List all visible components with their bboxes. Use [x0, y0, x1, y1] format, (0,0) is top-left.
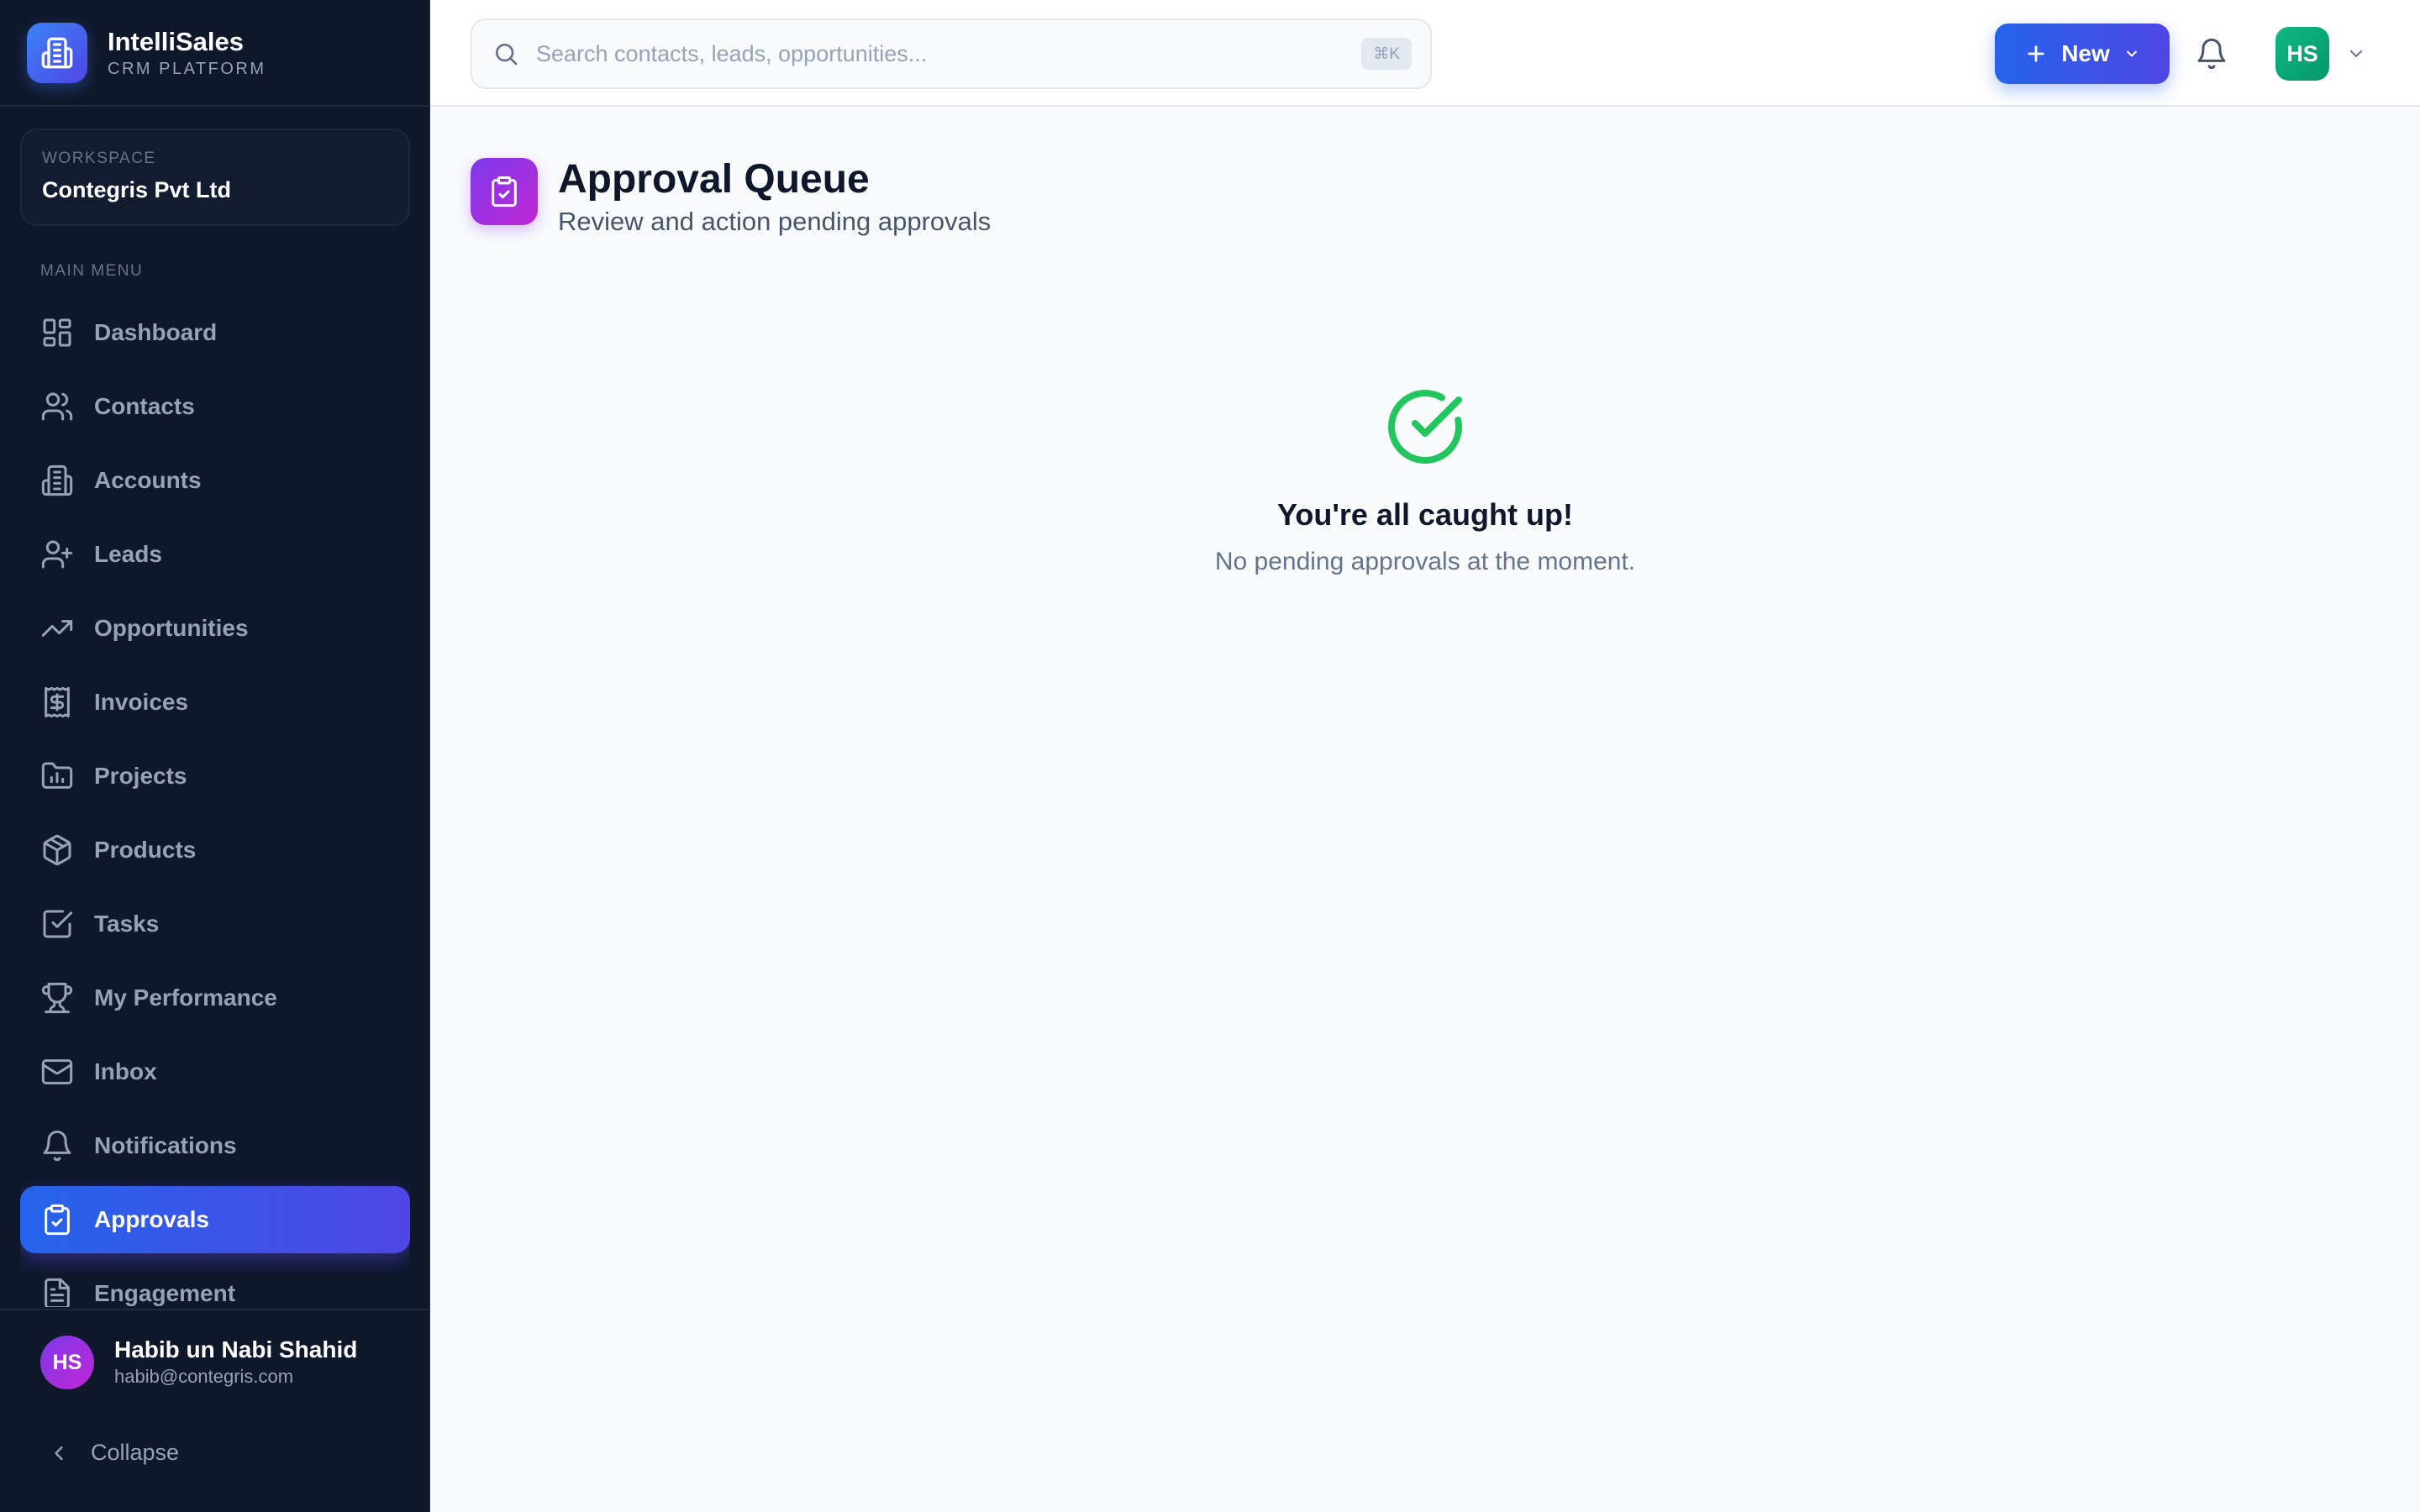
clipboard-check-icon [40, 1203, 74, 1236]
user-profile[interactable]: HS Habib un Nabi Shahid habib@contegris.… [40, 1336, 357, 1389]
collapse-button[interactable]: Collapse [47, 1440, 179, 1466]
sidebar-item-label: Invoices [94, 689, 189, 715]
sidebar-item-label: Products [94, 837, 197, 863]
users-icon [40, 390, 74, 423]
sidebar-item-label: Tasks [94, 911, 160, 937]
sidebar-item-approvals[interactable]: Approvals [20, 1186, 410, 1253]
clipboard-check-icon [471, 158, 538, 225]
sidebar-item-dashboard[interactable]: Dashboard [20, 299, 410, 366]
empty-state-title: You're all caught up! [1277, 497, 1573, 532]
package-icon [40, 833, 74, 867]
sidebar-item-my-performance[interactable]: My Performance [20, 964, 410, 1032]
new-button-label: New [2061, 40, 2110, 66]
sidebar-item-products[interactable]: Products [20, 816, 410, 884]
search-input[interactable] [536, 40, 1292, 67]
trophy-icon [40, 981, 74, 1015]
notifications-bell-icon[interactable] [2195, 37, 2228, 71]
dashboard-icon [40, 316, 74, 349]
collapse-label: Collapse [91, 1440, 180, 1465]
bell-icon [40, 1129, 74, 1163]
sidebar-item-label: Contacts [94, 393, 195, 419]
sidebar-item-projects[interactable]: Projects [20, 743, 410, 810]
file-text-icon [40, 1277, 74, 1307]
sidebar-item-invoices[interactable]: Invoices [20, 669, 410, 736]
sidebar-item-label: Opportunities [94, 615, 249, 641]
sidebar-item-label: My Performance [94, 984, 277, 1011]
user-avatar-button[interactable]: HS [2275, 27, 2329, 81]
chevron-left-icon [47, 1441, 71, 1465]
sidebar-item-leads[interactable]: Leads [20, 521, 410, 588]
brand-logo-icon [27, 22, 87, 83]
sidebar-item-inbox[interactable]: Inbox [20, 1038, 410, 1105]
user-email: habib@contegris.com [114, 1366, 294, 1387]
sidebar-item-label: Notifications [94, 1132, 237, 1158]
chevron-down-icon [2123, 45, 2140, 62]
check-square-icon [40, 907, 74, 941]
sidebar-nav: Dashboard Contacts Accounts Leads Opport… [20, 299, 410, 1307]
new-button[interactable]: New [1995, 24, 2170, 84]
sidebar-item-notifications[interactable]: Notifications [20, 1112, 410, 1179]
plus-icon [2024, 42, 2048, 66]
sidebar-item-label: Inbox [94, 1058, 157, 1084]
sidebar-item-accounts[interactable]: Accounts [20, 447, 410, 514]
building-icon [40, 464, 74, 497]
empty-state-message: No pending approvals at the moment. [1214, 548, 1636, 575]
search-bar[interactable]: ⌘K [471, 18, 1432, 89]
search-shortcut-badge: ⌘K [1361, 38, 1412, 70]
page-subtitle: Review and action pending approvals [558, 207, 992, 236]
sidebar-item-label: Accounts [94, 467, 202, 493]
folder-chart-icon [40, 759, 74, 793]
receipt-icon [40, 685, 74, 719]
topbar: ⌘K New HS [430, 0, 2420, 107]
sidebar-footer: HS Habib un Nabi Shahid habib@contegris.… [0, 1309, 429, 1512]
sidebar-item-tasks[interactable]: Tasks [20, 890, 410, 958]
page-header: Approval Queue Review and action pending… [471, 157, 992, 239]
sidebar-item-opportunities[interactable]: Opportunities [20, 595, 410, 662]
main-menu-label: MAIN MENU [40, 262, 144, 280]
sidebar-item-label: Engagement [94, 1280, 236, 1306]
page-title: Approval Queue [558, 157, 870, 202]
sidebar-item-label: Projects [94, 763, 187, 789]
empty-state: You're all caught up! No pending approva… [430, 386, 2420, 576]
brand-name: IntelliSales [108, 26, 244, 56]
workspace-label: WORKSPACE [42, 150, 156, 167]
trending-up-icon [40, 612, 74, 645]
sidebar-item-label: Approvals [94, 1206, 209, 1232]
workspace-switcher[interactable]: WORKSPACE Contegris Pvt Ltd [20, 129, 410, 226]
user-menu-chevron-down-icon[interactable] [2346, 44, 2366, 64]
sidebar-item-label: Leads [94, 541, 162, 567]
sidebar-item-engagement[interactable]: Engagement [20, 1260, 410, 1307]
sidebar-item-label: Dashboard [94, 319, 218, 345]
brand-subtitle: CRM PLATFORM [108, 59, 266, 78]
check-circle-icon [1385, 386, 1465, 467]
workspace-name: Contegris Pvt Ltd [42, 177, 232, 202]
avatar: HS [40, 1336, 94, 1389]
user-name: Habib un Nabi Shahid [114, 1336, 358, 1362]
mail-icon [40, 1055, 74, 1089]
search-icon [492, 40, 519, 67]
sidebar-item-contacts[interactable]: Contacts [20, 373, 410, 440]
user-plus-icon [40, 538, 74, 571]
sidebar: IntelliSales CRM PLATFORM WORKSPACE Cont… [0, 0, 430, 1512]
brand: IntelliSales CRM PLATFORM [0, 0, 429, 107]
